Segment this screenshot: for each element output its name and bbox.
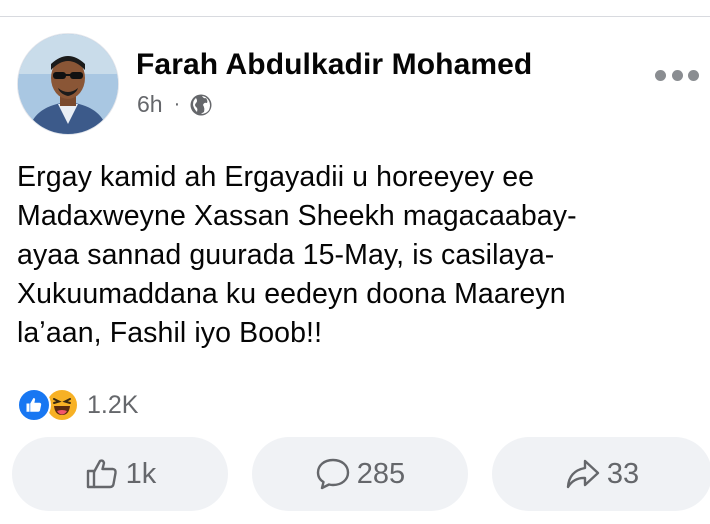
post-text-line: Xukuumaddana ku eedeyn doona Maareyn	[17, 278, 566, 310]
post-text-line: Ergay kamid ah Ergayadii u horeeyey ee	[17, 161, 535, 193]
globe-icon[interactable]	[189, 93, 213, 117]
like-button[interactable]: 1k	[12, 437, 228, 511]
reactions-summary[interactable]: 1.2K	[17, 388, 138, 422]
top-divider	[0, 16, 710, 17]
post-text-line: ayaa sannad guurada 15-May, is casilaya-	[17, 239, 555, 271]
thumbs-up-icon	[86, 459, 117, 489]
action-bar: 1k 285 33	[12, 437, 710, 511]
dot-icon	[655, 69, 666, 81]
share-count: 33	[606, 457, 640, 490]
dot-icon	[671, 69, 683, 81]
like-count: 1k	[125, 457, 157, 490]
author-name[interactable]: Farah Abdulkadir Mohamed	[136, 48, 532, 82]
dot-icon	[688, 69, 699, 81]
post-timestamp[interactable]: 6h	[137, 91, 163, 118]
post-meta: 6h ·	[137, 91, 213, 118]
comment-count: 285	[356, 457, 406, 490]
post-text: Ergay kamid ah Ergayadii u horeeyey ee M…	[17, 158, 697, 353]
post-text-line: laʼaan, Fashil iyo Boob!!	[17, 317, 323, 349]
share-arrow-icon	[566, 459, 600, 489]
like-reaction-icon	[17, 388, 51, 422]
comment-bubble-icon	[316, 458, 349, 490]
share-button[interactable]: 33	[492, 437, 710, 511]
post-text-line: Madaxweyne Xassan Sheekh magacaabay-	[17, 200, 577, 232]
comment-button[interactable]: 285	[252, 437, 468, 511]
author-avatar[interactable]	[17, 33, 119, 135]
meta-separator: ·	[173, 93, 181, 115]
reaction-count[interactable]: 1.2K	[87, 391, 138, 420]
avatar-photo	[18, 34, 118, 134]
more-options-button[interactable]	[655, 66, 699, 84]
